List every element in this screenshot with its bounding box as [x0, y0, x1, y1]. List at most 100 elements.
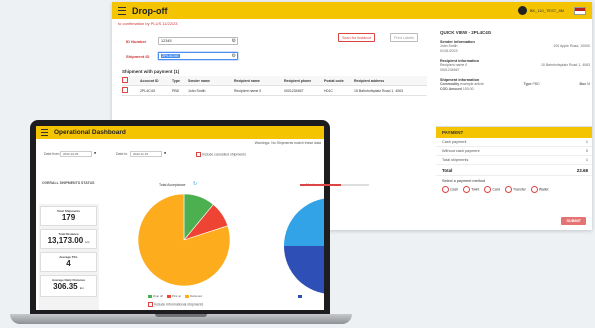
legend-item: Delivered — [185, 294, 202, 298]
second-pie-chart — [284, 198, 324, 294]
language-flag-icon[interactable] — [574, 6, 586, 15]
stat-unit: km — [79, 286, 84, 290]
payment-method-cash[interactable]: Cash — [442, 186, 458, 193]
type-value: PBD — [532, 82, 540, 86]
id-number-input[interactable]: 12345 ⚙ — [158, 37, 238, 45]
stat-value: 179 — [61, 213, 76, 222]
payment-method-label: Select a payment method — [442, 179, 486, 183]
table-cell: 2PL4C4G — [140, 88, 156, 93]
column-header: Recipient address — [354, 78, 385, 83]
pie-title: Total Acceptance — [159, 183, 186, 187]
shipments-section-title: Shipment with payment (1) — [122, 69, 180, 74]
sender-address: 100 Apple Road, 10000 — [553, 44, 590, 48]
column-header: Type — [172, 78, 180, 83]
stat-card: Total Distance 13,173.00 km — [40, 229, 97, 249]
calendar-icon[interactable]: ■ — [164, 151, 166, 155]
payment-row-label: Total shipments — [442, 158, 469, 162]
stat-value: 4 — [66, 259, 71, 268]
table-cell: PBD — [172, 88, 180, 93]
shipment-id-label: Shipment ID — [126, 54, 150, 59]
submit-button[interactable]: SUBMIT — [561, 217, 586, 225]
menu-icon[interactable] — [118, 6, 126, 15]
laptop-notch — [155, 314, 207, 317]
payment-method-wallet[interactable]: Wallet — [530, 186, 548, 193]
table-row[interactable]: 2PL4C4G PBD John Smith Recipient name 0 … — [122, 86, 427, 96]
column-header: Sender name — [188, 78, 210, 83]
payment-row: Total shipments 1 — [436, 156, 592, 165]
column-header: Recipient name — [234, 78, 260, 83]
calendar-icon[interactable]: ■ — [94, 151, 96, 155]
user-name[interactable]: BK_110_TEST_8M — [530, 8, 564, 13]
dropoff-subtitle: to confirmation by PLUS 11/22/23 — [118, 21, 178, 26]
shipments-table: Account ID Type Sender name Recipient na… — [122, 76, 427, 96]
stat-value: 306.35 — [53, 282, 78, 291]
box-label: Box — [579, 82, 587, 86]
date-to-input[interactable]: 2022-11-15 — [130, 151, 162, 157]
stat-unit: km — [85, 240, 90, 244]
id-number-value: 12345 — [161, 39, 172, 43]
payment-method-twint[interactable]: Twint — [463, 186, 479, 193]
select-all-checkbox[interactable] — [122, 77, 128, 83]
payment-method-transfer[interactable]: Transfer — [504, 186, 526, 193]
table-cell: 0001234567 — [284, 88, 304, 93]
legend-item: Drop off — [148, 294, 163, 298]
column-header: Account ID — [140, 78, 159, 83]
progress-accent — [300, 184, 341, 186]
table-cell: H01C — [324, 88, 333, 93]
recipient-phone: 0001234567 — [440, 68, 460, 72]
recipient-address: 15 Bahnhofsplatz Road 1, 4063 — [540, 63, 590, 67]
include-informational-checkbox[interactable]: Include informational shipments — [148, 302, 203, 307]
progress-track — [341, 184, 369, 186]
id-number-label: ID Number — [126, 39, 147, 44]
dropoff-header: Drop-off BK_110_TEST_8M — [112, 2, 592, 19]
dropoff-title: Drop-off — [132, 5, 168, 16]
acceptance-pie-chart — [137, 193, 231, 287]
row-checkbox[interactable] — [122, 87, 128, 93]
user-icon[interactable] — [517, 6, 527, 15]
shipments-status-title: OVERALL SHIPMENTS STATUS — [42, 181, 95, 185]
type-label: Type — [523, 82, 532, 86]
gear-icon[interactable]: ⚙ — [232, 53, 236, 60]
date-to-label: Date to — [116, 152, 128, 156]
payment-row-value: 1 — [585, 158, 588, 162]
payment-method-card[interactable]: Card — [484, 186, 500, 193]
payment-row-label: Without cash payment — [442, 149, 480, 153]
second-legend — [298, 294, 303, 298]
cod-label: COD Amount — [440, 87, 462, 91]
print-labels-button[interactable]: Print Labels — [390, 33, 419, 42]
laptop: Operational Dashboard Warnings: No Shipm… — [30, 120, 330, 316]
total-label: Total — [442, 167, 453, 173]
date-from-input[interactable]: 2022-10-26 — [60, 151, 92, 157]
dashboard-title: Operational Dashboard — [54, 129, 126, 136]
column-header: Postal code — [324, 78, 344, 83]
table-header: Account ID Type Sender name Recipient na… — [122, 76, 427, 86]
pie-legend: Drop off Pick up Delivered — [148, 294, 202, 298]
payment-panel: PAYMENT Cash payment 1 Without cash payme… — [436, 126, 592, 229]
cod-value: 100.00 — [462, 87, 474, 91]
gear-icon[interactable]: ⚙ — [232, 38, 236, 45]
payment-total-row: Total 23.68 — [436, 165, 592, 176]
commodity-value: example article — [460, 82, 484, 86]
date-from-label: Date from — [44, 152, 60, 156]
payment-row-value: 0 — [585, 149, 588, 153]
table-cell: Recipient name 0 — [234, 88, 262, 93]
box-value: M — [587, 82, 590, 86]
payment-row: Without cash payment 0 — [436, 147, 592, 156]
stat-card: Total Shipments 179 — [40, 206, 97, 226]
payment-row-label: Cash payment — [442, 140, 467, 144]
payment-row: Cash payment 1 — [436, 138, 592, 147]
legend-item: Pick up — [166, 294, 181, 298]
dashboard-notice: Warnings: No Shipments match these data — [254, 141, 321, 145]
menu-icon[interactable] — [41, 129, 48, 136]
scan-button[interactable]: Scan for instance — [338, 33, 376, 42]
dashboard-header: Operational Dashboard — [36, 126, 324, 139]
quick-view-panel: QUICK VIEW - 2PL4C4G Sender information … — [440, 30, 590, 92]
dashboard-screen: Operational Dashboard Warnings: No Shipm… — [36, 126, 324, 310]
shipment-id-value: 2PL4C4G — [161, 54, 180, 58]
include-cancelled-checkbox[interactable]: Include cancelled shipments — [196, 152, 246, 157]
shipment-id-input[interactable]: 2PL4C4G ⚙ — [158, 52, 238, 60]
column-header: Recipient phone — [284, 78, 312, 83]
table-cell: 15 Bahnhofsplatz Road 1, 4063 — [354, 88, 404, 93]
payment-methods: Cash Twint Card Transfer Wallet — [436, 186, 592, 193]
refresh-icon[interactable]: ↻ — [193, 181, 197, 187]
